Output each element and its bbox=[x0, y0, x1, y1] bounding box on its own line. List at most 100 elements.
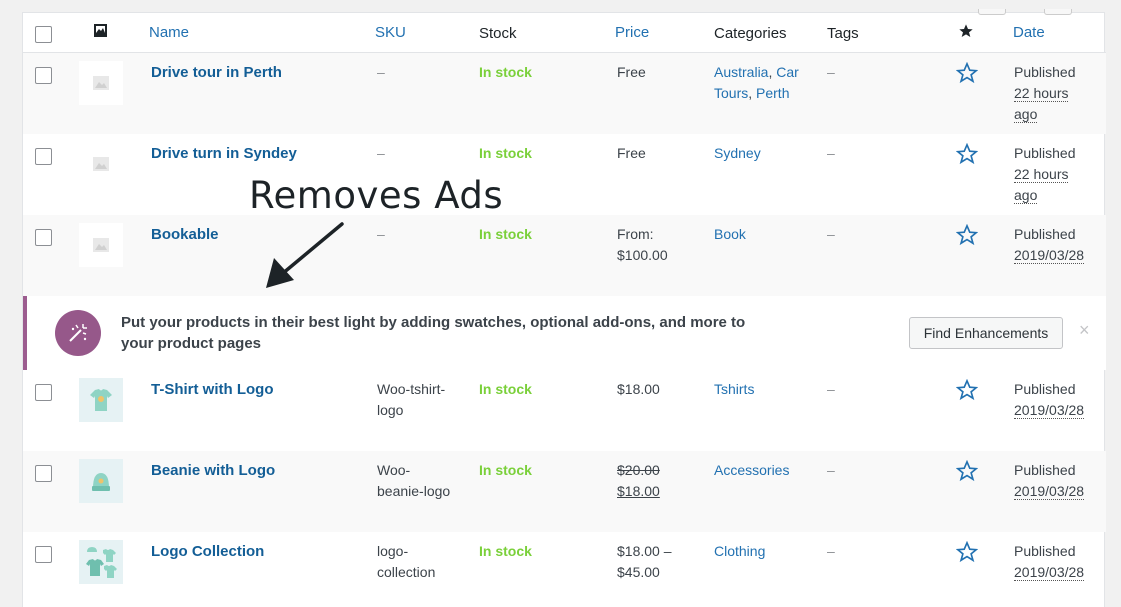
sku-value: Woo- bbox=[377, 462, 411, 478]
column-price[interactable]: Price bbox=[615, 22, 649, 43]
placeholder-image-icon[interactable] bbox=[79, 223, 123, 267]
publish-date-suffix: ago bbox=[1014, 187, 1038, 204]
categories-list: Australia, Car Tours, Perth bbox=[714, 64, 799, 101]
stock-status: In stock bbox=[479, 145, 532, 161]
image-icon bbox=[93, 23, 108, 44]
tags-value: – bbox=[827, 462, 835, 478]
product-name-link[interactable]: Bookable bbox=[151, 224, 219, 245]
sale-price: $18.00 bbox=[617, 483, 660, 499]
tags-value: – bbox=[827, 226, 835, 242]
sku-value: – bbox=[377, 226, 385, 242]
column-categories: Categories bbox=[714, 25, 787, 42]
publish-status: Published bbox=[1014, 543, 1076, 559]
featured-star-icon[interactable] bbox=[955, 540, 979, 566]
stock-status: In stock bbox=[479, 381, 532, 397]
publish-date: 2019/03/28 bbox=[1014, 483, 1085, 500]
publish-status: Published bbox=[1014, 145, 1076, 161]
publish-date-suffix: ago bbox=[1014, 106, 1038, 123]
tags-value: – bbox=[827, 543, 835, 559]
row-checkbox[interactable] bbox=[35, 67, 52, 84]
row-checkbox[interactable] bbox=[35, 384, 52, 401]
annotation-arrow-icon bbox=[266, 222, 344, 288]
collection-thumbnail[interactable] bbox=[79, 540, 123, 584]
row-checkbox[interactable] bbox=[35, 229, 52, 246]
row-checkbox[interactable] bbox=[35, 148, 52, 165]
beanie-thumbnail[interactable] bbox=[79, 459, 123, 503]
find-enhancements-button[interactable]: Find Enhancements bbox=[909, 317, 1063, 349]
publish-date: 2019/03/28 bbox=[1014, 564, 1085, 581]
table-row: T-Shirt with Logo Woo-tshirt- logo In st… bbox=[23, 370, 1106, 451]
column-name[interactable]: Name bbox=[149, 22, 189, 43]
featured-star-icon[interactable] bbox=[955, 223, 979, 249]
row-checkbox[interactable] bbox=[35, 465, 52, 482]
products-table: Name SKU Stock Price Categories Tags Dat… bbox=[22, 9, 1106, 607]
tshirt-thumbnail[interactable] bbox=[79, 378, 123, 422]
publish-date: 22 hours bbox=[1014, 166, 1069, 183]
publish-date: 2019/03/28 bbox=[1014, 402, 1085, 419]
table-row: Drive turn in Syndey – In stock Free Syd… bbox=[23, 134, 1106, 215]
price-prefix: From: bbox=[617, 226, 654, 242]
magic-wand-icon bbox=[55, 310, 101, 356]
category-link[interactable]: Australia bbox=[714, 64, 768, 80]
stock-status: In stock bbox=[479, 226, 532, 242]
tags-value: – bbox=[827, 145, 835, 161]
price-range-min: $18.00 – bbox=[617, 543, 672, 559]
category-link[interactable]: Sydney bbox=[714, 143, 761, 164]
sku-value: – bbox=[377, 145, 385, 161]
publish-status: Published bbox=[1014, 226, 1076, 242]
column-stock: Stock bbox=[479, 25, 517, 42]
product-name-link[interactable]: Drive turn in Syndey bbox=[151, 143, 297, 164]
column-tags: Tags bbox=[827, 25, 859, 42]
product-name-link[interactable]: Beanie with Logo bbox=[151, 460, 275, 481]
stock-status: In stock bbox=[479, 543, 532, 559]
price-value: Free bbox=[617, 145, 646, 161]
column-date[interactable]: Date bbox=[1013, 22, 1045, 43]
featured-star-icon[interactable] bbox=[955, 378, 979, 404]
sku-value-cont: beanie-logo bbox=[377, 483, 451, 499]
product-name-link[interactable]: Logo Collection bbox=[151, 541, 264, 562]
tags-value: – bbox=[827, 381, 835, 397]
sku-value: – bbox=[377, 64, 385, 80]
stock-status: In stock bbox=[479, 462, 532, 478]
table-row: Bookable – In stock From: $100.00 Book –… bbox=[23, 215, 1106, 296]
table-row: Logo Collection logo- collection In stoc… bbox=[23, 532, 1106, 607]
featured-star-icon[interactable] bbox=[955, 459, 979, 485]
featured-star-icon[interactable] bbox=[955, 61, 979, 87]
publish-date: 2019/03/28 bbox=[1014, 247, 1085, 264]
featured-star-icon[interactable] bbox=[955, 142, 979, 168]
table-row: Drive tour in Perth – In stock Free Aust… bbox=[23, 53, 1106, 134]
sku-value: Woo-tshirt- bbox=[377, 381, 446, 397]
sku-value: logo- bbox=[377, 543, 409, 559]
category-link[interactable]: Clothing bbox=[714, 541, 765, 562]
table-header: Name SKU Stock Price Categories Tags Dat… bbox=[23, 13, 1106, 53]
price-range-max: $45.00 bbox=[617, 564, 660, 580]
placeholder-image-icon[interactable] bbox=[79, 61, 123, 105]
category-link[interactable]: Tshirts bbox=[714, 379, 754, 400]
product-name-link[interactable]: Drive tour in Perth bbox=[151, 62, 282, 83]
star-filled-icon[interactable] bbox=[958, 23, 974, 45]
row-checkbox[interactable] bbox=[35, 546, 52, 563]
notice-message: Put your products in their best light by… bbox=[121, 314, 746, 352]
price-value: $100.00 bbox=[617, 247, 668, 263]
price-value: Free bbox=[617, 64, 646, 80]
product-name-link[interactable]: T-Shirt with Logo bbox=[151, 379, 273, 400]
publish-status: Published bbox=[1014, 64, 1076, 80]
publish-status: Published bbox=[1014, 462, 1076, 478]
promo-notice: Put your products in their best light by… bbox=[23, 296, 1106, 370]
select-all-checkbox[interactable] bbox=[35, 26, 52, 43]
publish-status: Published bbox=[1014, 381, 1076, 397]
category-link[interactable]: Perth bbox=[756, 85, 789, 101]
sku-value-cont: logo bbox=[377, 402, 404, 418]
annotation-label: Removes Ads bbox=[249, 174, 504, 217]
category-link[interactable]: Book bbox=[714, 224, 746, 245]
publish-date: 22 hours bbox=[1014, 85, 1069, 102]
stock-status: In stock bbox=[479, 64, 532, 80]
table-row: Beanie with Logo Woo- beanie-logo In sto… bbox=[23, 451, 1106, 532]
sku-value-cont: collection bbox=[377, 564, 436, 580]
placeholder-image-icon[interactable] bbox=[79, 142, 123, 186]
column-sku[interactable]: SKU bbox=[375, 22, 406, 43]
tags-value: – bbox=[827, 64, 835, 80]
category-link[interactable]: Accessories bbox=[714, 460, 789, 481]
close-icon[interactable]: × bbox=[1079, 320, 1090, 341]
price-value: $18.00 bbox=[617, 381, 660, 397]
